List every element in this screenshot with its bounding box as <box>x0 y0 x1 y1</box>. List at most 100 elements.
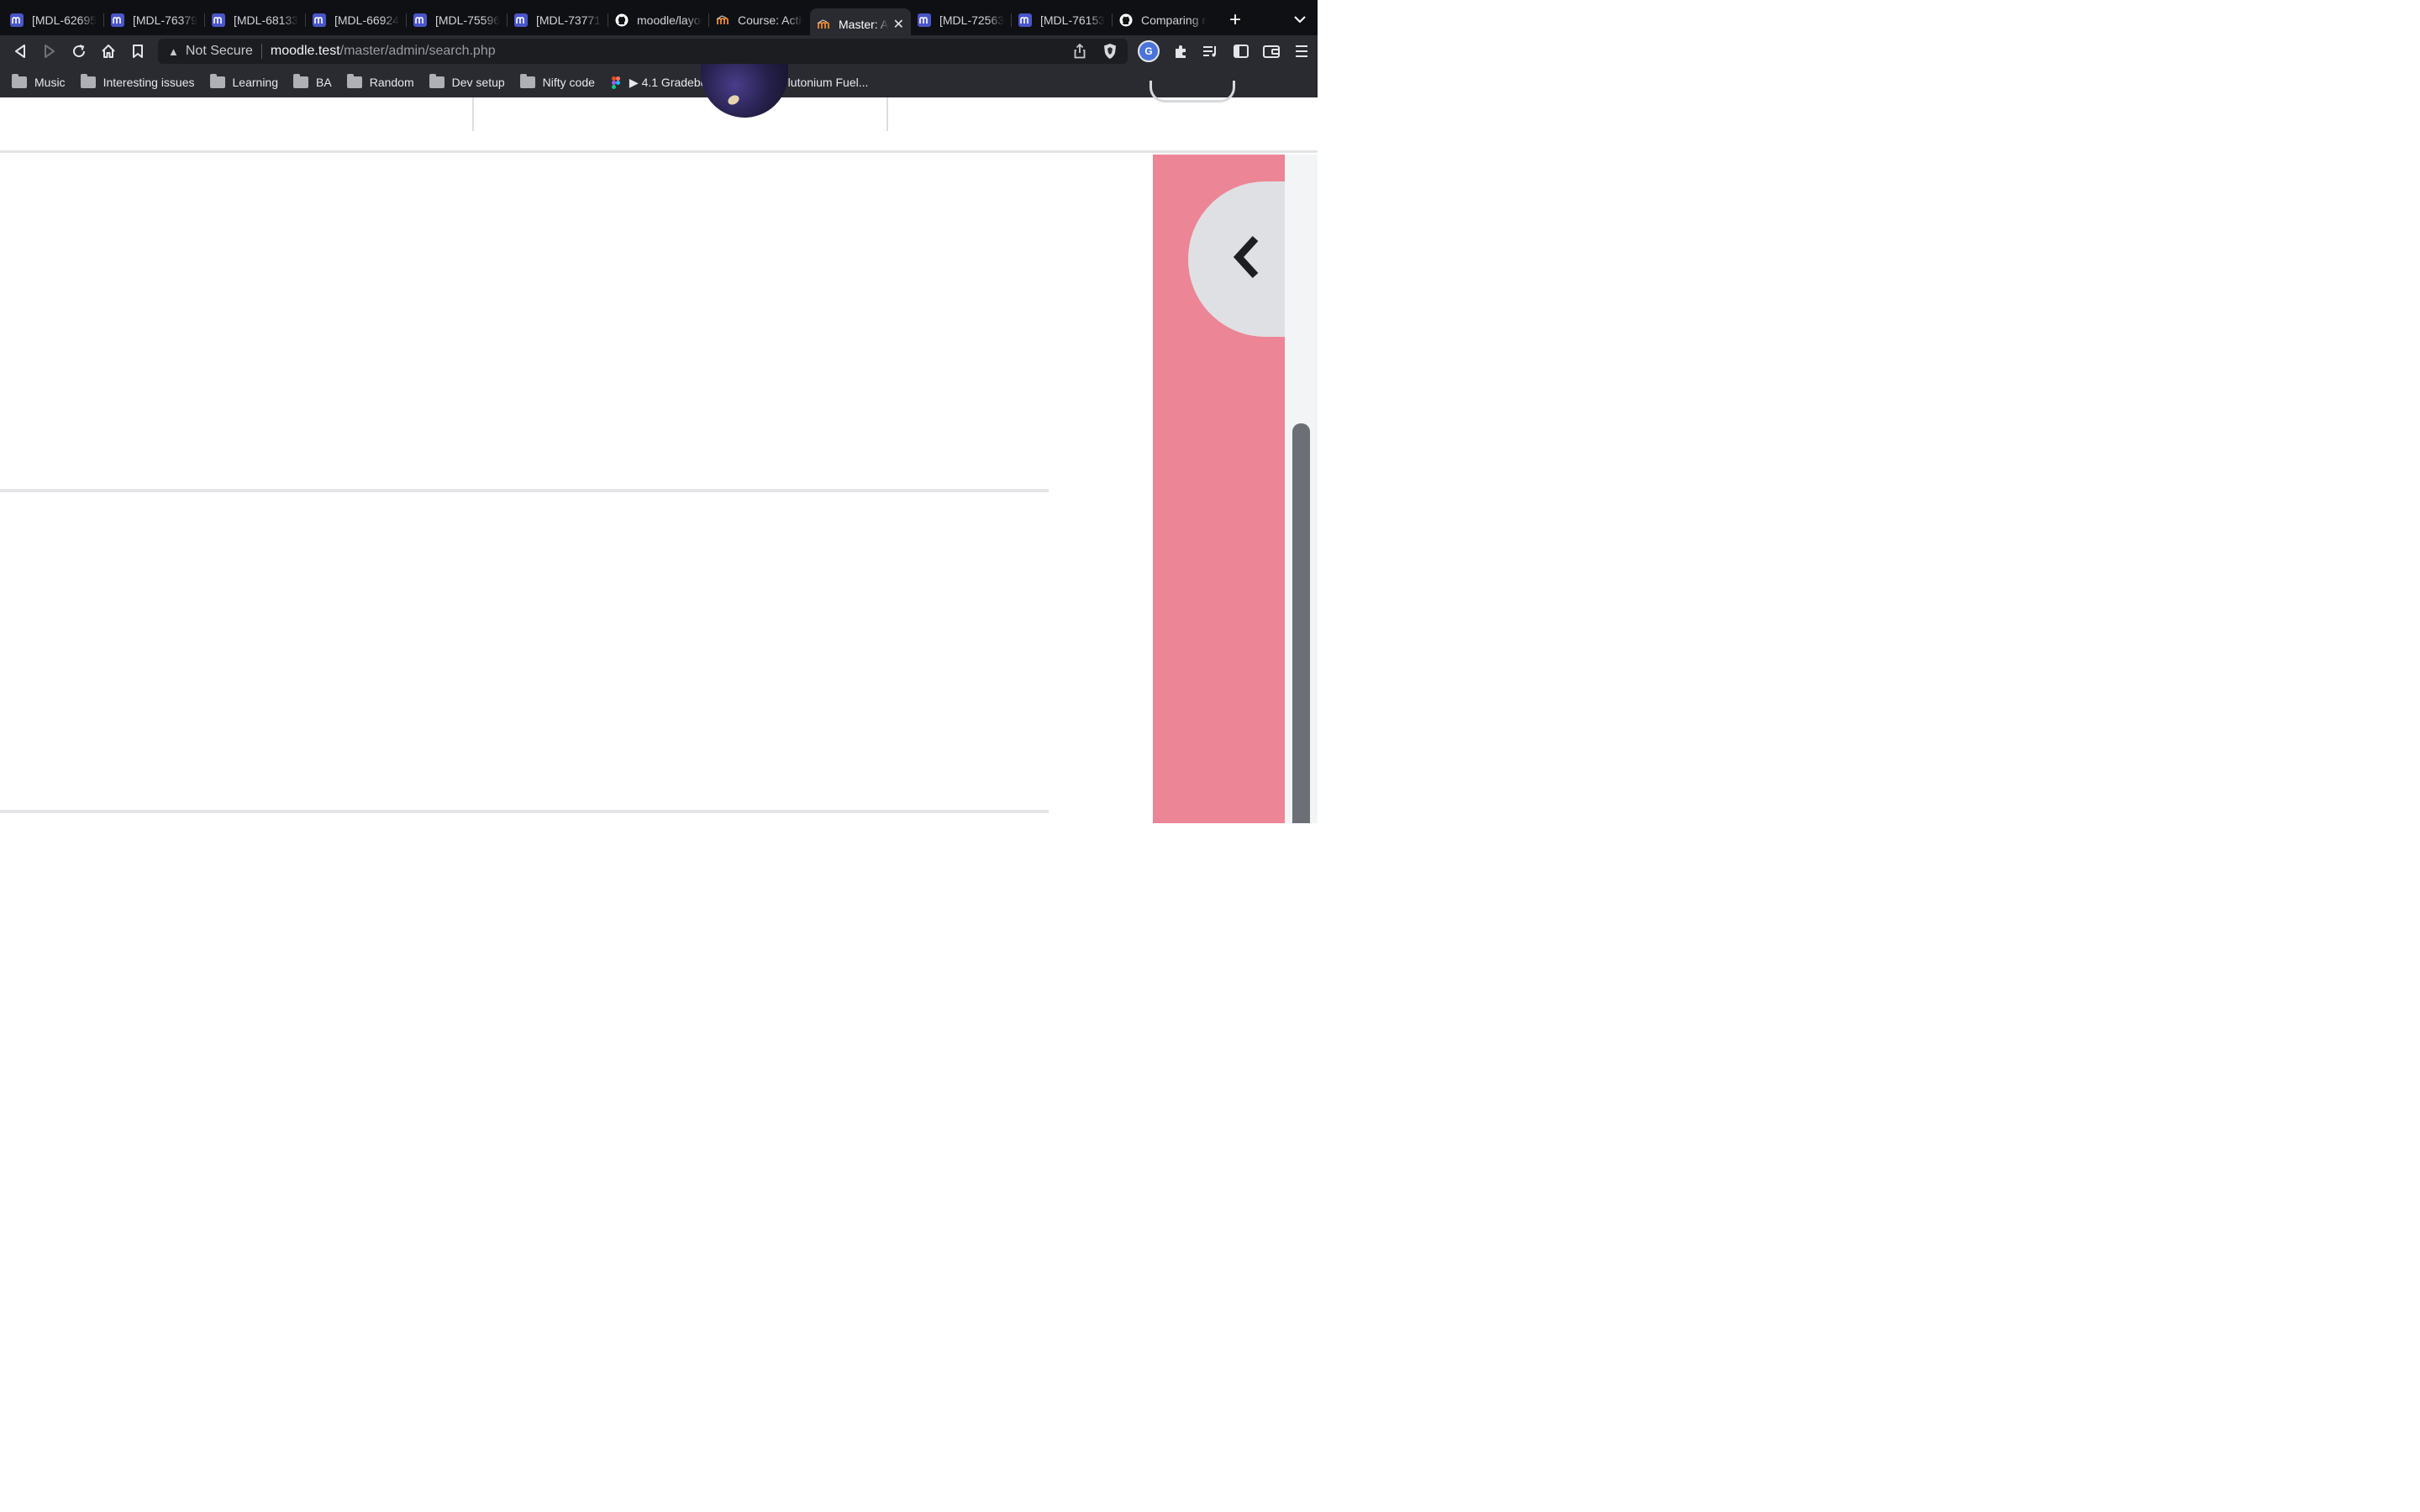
extensions-icon[interactable] <box>1171 42 1190 60</box>
user-picture-detail <box>726 93 741 107</box>
folder-icon <box>429 74 445 88</box>
header-button-edge[interactable] <box>1150 81 1235 102</box>
bookmark-item[interactable]: BA <box>293 74 332 89</box>
moodle-tracker-icon <box>413 13 427 27</box>
profile-avatar[interactable]: G <box>1138 40 1160 62</box>
bookmark-button[interactable] <box>123 39 152 64</box>
folder-icon <box>80 74 96 88</box>
tab[interactable]: [MDL-76379 <box>104 6 205 34</box>
tab-title: Comparing m <box>1141 13 1207 27</box>
bookmark-icon <box>132 45 143 58</box>
media-playlist-icon[interactable] <box>1202 42 1220 60</box>
browser-toolbar: ▲ Not Secure moodle.test /master/admin/s… <box>0 35 1318 67</box>
tab[interactable]: [MDL-66924 <box>306 6 407 34</box>
warning-icon: ▲ <box>168 45 179 58</box>
bookmark-label: Dev setup <box>451 76 505 89</box>
tab-title: [MDL-68133 <box>234 13 299 27</box>
bookmark-item[interactable]: Learning <box>209 74 279 89</box>
moodle-site-icon <box>817 18 830 31</box>
url-path: /master/admin/search.php <box>339 44 496 58</box>
address-bar[interactable]: ▲ Not Secure moodle.test /master/admin/s… <box>158 39 1128 64</box>
bookmark-label: Random <box>369 76 414 89</box>
tab[interactable]: Course: Activ <box>709 6 810 34</box>
tab-title: Master: A <box>839 18 889 31</box>
tab-title: [MDL-76379 <box>133 13 198 27</box>
github-icon <box>1119 13 1133 27</box>
forward-button[interactable] <box>34 39 64 64</box>
home-button[interactable] <box>93 39 123 64</box>
tab-title: [MDL-62695 <box>32 13 97 27</box>
tab-title: [MDL-72563 <box>939 13 1005 27</box>
folder-icon <box>519 74 535 88</box>
close-tab-icon[interactable]: ✕ <box>893 16 904 33</box>
tab[interactable]: [MDL-72563 <box>911 6 1012 34</box>
moodle-tracker-icon <box>212 13 225 27</box>
tab[interactable]: [MDL-68133 <box>205 6 306 34</box>
folder-icon <box>209 74 225 88</box>
scrollbar-thumb[interactable] <box>1292 423 1310 823</box>
bookmark-label: BA <box>316 76 332 89</box>
section-divider <box>0 810 1049 813</box>
tab[interactable]: [MDL-76153 <box>1012 6 1113 34</box>
bookmark-item[interactable]: Interesting issues <box>80 74 195 89</box>
new-tab-button[interactable]: + <box>1218 6 1252 34</box>
sidebar-toggle-icon[interactable] <box>1232 42 1250 60</box>
chevron-left-icon <box>1233 235 1259 279</box>
column-divider <box>886 97 888 131</box>
bookmark-item[interactable]: Random <box>346 74 414 89</box>
column-divider <box>472 97 474 131</box>
tab-title: moodle/layou <box>637 13 702 27</box>
menu-icon[interactable] <box>1292 42 1311 60</box>
figma-icon <box>610 76 622 89</box>
moodle-tracker-icon <box>10 13 24 27</box>
bookmark-label: Music <box>34 76 66 89</box>
user-picture <box>701 64 788 118</box>
tab-strip: [MDL-62695 [MDL-76379 [MDL-68133 [MDL-66… <box>0 0 1318 40</box>
folder-icon <box>346 74 362 88</box>
page-content <box>0 64 1318 823</box>
folder-icon <box>12 74 27 88</box>
tab-title: [MDL-66924 <box>334 13 400 27</box>
home-icon <box>101 45 115 58</box>
bookmark-label: Nifty code <box>542 76 595 89</box>
bookmark-item[interactable]: Music <box>12 74 66 89</box>
moodle-site-icon <box>716 13 729 27</box>
bookmarks-bar: Music Interesting issues Learning BA Ran… <box>0 67 1318 97</box>
address-divider <box>260 44 262 59</box>
tab[interactable]: [MDL-75596 <box>407 6 508 34</box>
bookmark-item[interactable]: Dev setup <box>429 74 505 89</box>
moodle-tracker-icon <box>111 13 124 27</box>
security-label: Not Secure <box>185 44 253 58</box>
tab-title: [MDL-76153 <box>1040 13 1106 27</box>
moodle-tracker-icon <box>1018 13 1032 27</box>
tab-title: [MDL-75596 <box>435 13 501 27</box>
moodle-tracker-icon <box>313 13 326 27</box>
back-button[interactable] <box>5 39 34 64</box>
tab[interactable]: moodle/layou <box>608 6 709 34</box>
reload-button[interactable] <box>64 39 93 64</box>
tab[interactable]: Comparing m <box>1113 6 1213 34</box>
wallet-icon[interactable] <box>1262 42 1281 60</box>
back-icon <box>14 45 25 58</box>
brave-shield-icon[interactable] <box>1102 43 1118 60</box>
tab-title: [MDL-73771] <box>536 13 602 27</box>
moodle-tracker-icon <box>514 13 528 27</box>
bookmark-item[interactable]: Nifty code <box>519 74 595 89</box>
reload-icon <box>72 45 85 58</box>
tab-search-icon[interactable] <box>1294 13 1306 26</box>
moodle-tracker-icon <box>918 13 931 27</box>
tab-title: Course: Activ <box>738 13 803 27</box>
toolbar-actions: G <box>1138 39 1311 64</box>
section-divider <box>0 489 1049 492</box>
bookmark-label: Learning <box>232 76 279 89</box>
tab[interactable]: [MDL-62695 <box>3 6 104 34</box>
tab[interactable]: [MDL-73771] <box>508 6 608 34</box>
header-region <box>0 64 1318 153</box>
github-icon <box>615 13 629 27</box>
share-icon[interactable] <box>1074 43 1086 63</box>
forward-icon <box>44 45 55 58</box>
url-host: moodle.test <box>270 44 340 58</box>
folder-icon <box>293 74 309 88</box>
bookmark-label: Interesting issues <box>103 76 195 89</box>
browser-window: [MDL-62695 [MDL-76379 [MDL-68133 [MDL-66… <box>0 0 1318 823</box>
